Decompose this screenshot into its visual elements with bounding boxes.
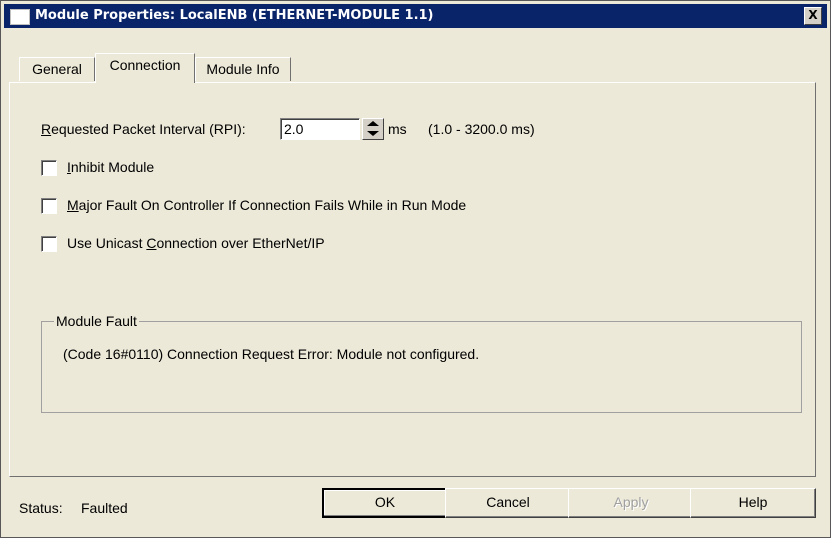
status-label: Status: [19, 500, 63, 516]
close-button[interactable]: X [804, 7, 822, 25]
tab-general-label: General [32, 61, 82, 77]
tab-connection-label: Connection [109, 57, 181, 73]
connection-tab-panel [9, 82, 816, 477]
tab-general[interactable]: General [19, 57, 95, 81]
cancel-button[interactable]: Cancel [445, 488, 571, 518]
window-icon [10, 9, 30, 25]
status-value: Faulted [81, 500, 128, 516]
ok-button[interactable]: OK [322, 488, 448, 518]
tab-connection[interactable]: Connection [95, 53, 195, 83]
title-bar[interactable]: Module Properties: LocalENB (ETHERNET-MO… [4, 4, 827, 28]
tab-module-info-label: Module Info [206, 61, 280, 77]
tab-module-info[interactable]: Module Info [195, 57, 291, 81]
apply-button[interactable]: Apply [568, 488, 694, 518]
help-button[interactable]: Help [690, 488, 816, 518]
window-title: Module Properties: LocalENB (ETHERNET-MO… [35, 8, 434, 23]
